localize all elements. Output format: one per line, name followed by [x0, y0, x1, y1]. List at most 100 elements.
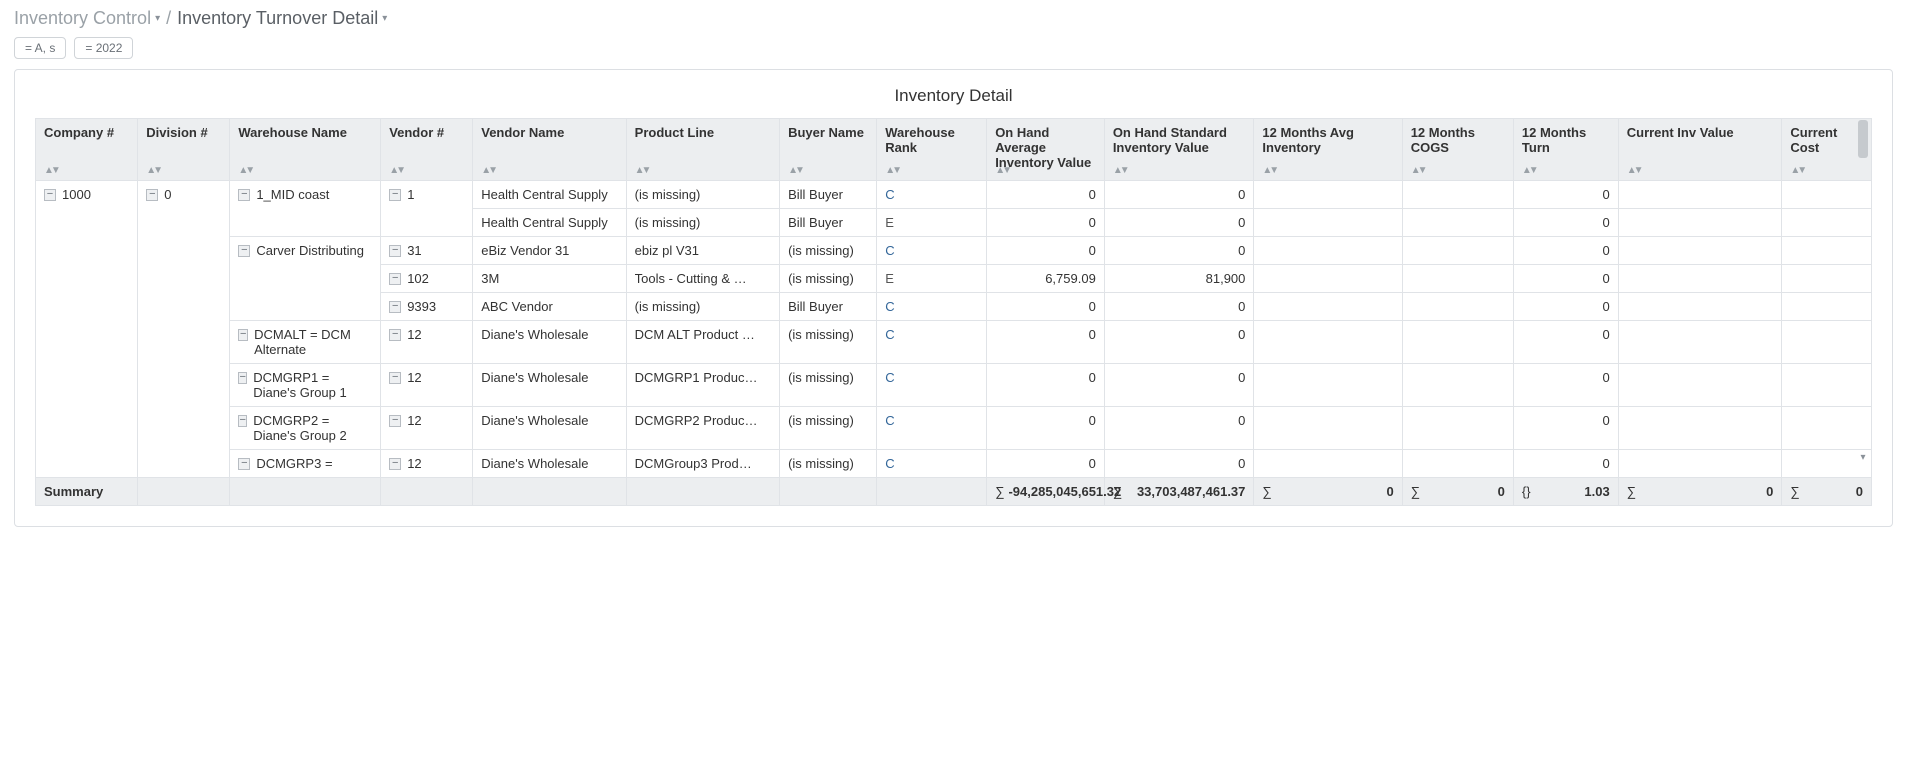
collapse-icon[interactable]: −: [389, 301, 401, 313]
cell-warehouse[interactable]: −1_MID coast: [230, 181, 381, 237]
table-row: −DCMALT = DCM Alternate−12Diane's Wholes…: [36, 321, 1872, 364]
collapse-icon[interactable]: −: [389, 273, 401, 285]
summary-oh-avg: ∑-94,285,045,651.32: [987, 478, 1105, 506]
cell-12m-avg: [1254, 407, 1402, 450]
col-division[interactable]: Division #▲▼: [138, 119, 230, 181]
collapse-icon[interactable]: −: [238, 458, 250, 470]
cell-buyer: (is missing): [780, 237, 877, 265]
cell-rank[interactable]: C: [877, 237, 987, 265]
col-12m-cogs[interactable]: 12 Months COGS▲▼: [1402, 119, 1513, 181]
col-12m-avg[interactable]: 12 Months Avg Inventory▲▼: [1254, 119, 1402, 181]
sort-icon[interactable]: ▲▼: [1627, 165, 1641, 176]
sort-icon[interactable]: ▲▼: [788, 165, 802, 176]
cell-vendor-num[interactable]: −12: [381, 407, 473, 450]
cell-rank[interactable]: C: [877, 364, 987, 407]
cell-12m-cogs: [1402, 364, 1513, 407]
col-buyer[interactable]: Buyer Name▲▼: [780, 119, 877, 181]
collapse-icon[interactable]: −: [238, 372, 247, 384]
sort-icon[interactable]: ▲▼: [1790, 165, 1804, 176]
cell-vendor-num[interactable]: −102: [381, 265, 473, 293]
collapse-icon[interactable]: −: [238, 329, 248, 341]
collapse-icon[interactable]: −: [389, 372, 401, 384]
cell-vendor-num[interactable]: −31: [381, 237, 473, 265]
cell-oh-std: 0: [1104, 407, 1254, 450]
breadcrumb-level-2[interactable]: Inventory Turnover Detail ▾: [177, 8, 387, 29]
cell-oh-std: 0: [1104, 181, 1254, 209]
sort-icon[interactable]: ▲▼: [995, 165, 1009, 176]
cell-warehouse[interactable]: −DCMGRP3 =: [230, 450, 381, 478]
cell-rank[interactable]: C: [877, 450, 987, 478]
cell-product-line: Tools - Cutting & …: [626, 265, 779, 293]
col-product-line[interactable]: Product Line▲▼: [626, 119, 779, 181]
sort-icon[interactable]: ▲▼: [146, 165, 160, 176]
col-vendor-name[interactable]: Vendor Name▲▼: [473, 119, 626, 181]
cell-warehouse[interactable]: −Carver Distributing: [230, 237, 381, 321]
collapse-icon[interactable]: −: [238, 415, 247, 427]
collapse-icon[interactable]: −: [389, 458, 401, 470]
sort-icon[interactable]: ▲▼: [635, 165, 649, 176]
cell-division[interactable]: −0: [138, 181, 230, 478]
cell-warehouse[interactable]: −DCMGRP2 = Diane's Group 2: [230, 407, 381, 450]
collapse-icon[interactable]: −: [389, 189, 401, 201]
cell-cur-inv: [1618, 181, 1782, 209]
col-oh-std[interactable]: On Hand Standard Inventory Value▲▼: [1104, 119, 1254, 181]
col-cur-inv[interactable]: Current Inv Value▲▼: [1618, 119, 1782, 181]
scroll-down-icon[interactable]: ▾: [1858, 452, 1868, 464]
sort-icon[interactable]: ▲▼: [1262, 165, 1276, 176]
cell-cur-inv: [1618, 450, 1782, 478]
collapse-icon[interactable]: −: [146, 189, 158, 201]
collapse-icon[interactable]: −: [389, 415, 401, 427]
cell-vendor-num[interactable]: −12: [381, 450, 473, 478]
collapse-icon[interactable]: −: [389, 329, 401, 341]
collapse-icon[interactable]: −: [389, 245, 401, 257]
sort-icon[interactable]: ▲▼: [238, 165, 252, 176]
cell-vendor-num[interactable]: −12: [381, 364, 473, 407]
sort-icon[interactable]: ▲▼: [1522, 165, 1536, 176]
cell-buyer: Bill Buyer: [780, 209, 877, 237]
cell-vendor-num[interactable]: −9393: [381, 293, 473, 321]
col-rank[interactable]: Warehouse Rank▲▼: [877, 119, 987, 181]
cell-product-line: DCMGroup3 Prod…: [626, 450, 779, 478]
caret-down-icon: ▾: [382, 13, 387, 24]
cell-cur-inv: [1618, 237, 1782, 265]
filter-chip-1[interactable]: = A, s: [14, 37, 66, 59]
sort-icon[interactable]: ▲▼: [44, 165, 58, 176]
sort-icon[interactable]: ▲▼: [481, 165, 495, 176]
collapse-icon[interactable]: −: [44, 189, 56, 201]
col-company[interactable]: Company #▲▼: [36, 119, 138, 181]
cell-12m-turn: 0: [1513, 364, 1618, 407]
cell-cur-inv: [1618, 407, 1782, 450]
summary-cur-inv: ∑0: [1618, 478, 1782, 506]
cell-warehouse[interactable]: −DCMGRP1 = Diane's Group 1: [230, 364, 381, 407]
summary-oh-std: ∑33,703,487,461.37: [1104, 478, 1254, 506]
cell-12m-turn: 0: [1513, 265, 1618, 293]
sort-icon[interactable]: ▲▼: [1113, 165, 1127, 176]
cell-company[interactable]: −1000: [36, 181, 138, 478]
col-oh-avg[interactable]: On Hand Average Inventory Value▲▼: [987, 119, 1105, 181]
cell-12m-turn: 0: [1513, 407, 1618, 450]
cell-vendor-name: Diane's Wholesale: [473, 407, 626, 450]
col-warehouse[interactable]: Warehouse Name▲▼: [230, 119, 381, 181]
scrollbar-thumb[interactable]: [1858, 120, 1868, 158]
sort-icon[interactable]: ▲▼: [885, 165, 899, 176]
cell-vendor-name: eBiz Vendor 31: [473, 237, 626, 265]
filter-chip-2[interactable]: = 2022: [74, 37, 133, 59]
sort-icon[interactable]: ▲▼: [389, 165, 403, 176]
collapse-icon[interactable]: −: [238, 245, 250, 257]
cell-rank[interactable]: C: [877, 293, 987, 321]
col-12m-turn[interactable]: 12 Months Turn▲▼: [1513, 119, 1618, 181]
cell-rank[interactable]: C: [877, 321, 987, 364]
breadcrumb-level-1[interactable]: Inventory Control ▾: [14, 8, 160, 29]
cell-vendor-num[interactable]: −12: [381, 321, 473, 364]
collapse-icon[interactable]: −: [238, 189, 250, 201]
cell-rank[interactable]: C: [877, 181, 987, 209]
cell-vendor-name: Diane's Wholesale: [473, 364, 626, 407]
table-row: −DCMGRP2 = Diane's Group 2−12Diane's Who…: [36, 407, 1872, 450]
cell-vendor-num[interactable]: −1: [381, 181, 473, 237]
cell-rank[interactable]: C: [877, 407, 987, 450]
cell-warehouse[interactable]: −DCMALT = DCM Alternate: [230, 321, 381, 364]
cell-buyer: (is missing): [780, 364, 877, 407]
scrollbar-vertical[interactable]: [1858, 118, 1868, 448]
sort-icon[interactable]: ▲▼: [1411, 165, 1425, 176]
col-vendor-num[interactable]: Vendor #▲▼: [381, 119, 473, 181]
